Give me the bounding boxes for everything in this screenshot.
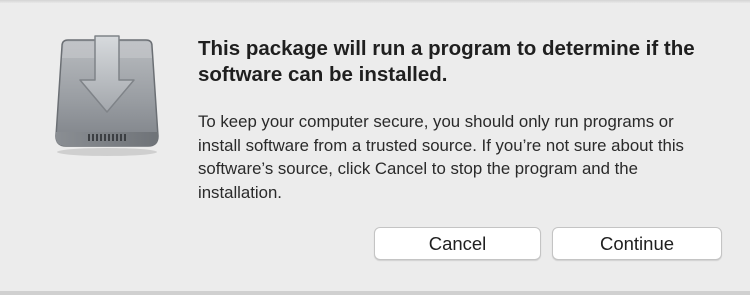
installer-package-icon [55,35,159,156]
dialog-message: To keep your computer secure, you should… [198,112,684,202]
dialog-title: This package will run a program to deter… [198,37,695,86]
window-top-edge [0,0,750,3]
installer-alert-dialog: This package will run a program to deter… [0,0,750,295]
cancel-button[interactable]: Cancel [374,227,541,260]
window-bottom-edge [0,291,750,295]
continue-button[interactable]: Continue [552,227,722,260]
